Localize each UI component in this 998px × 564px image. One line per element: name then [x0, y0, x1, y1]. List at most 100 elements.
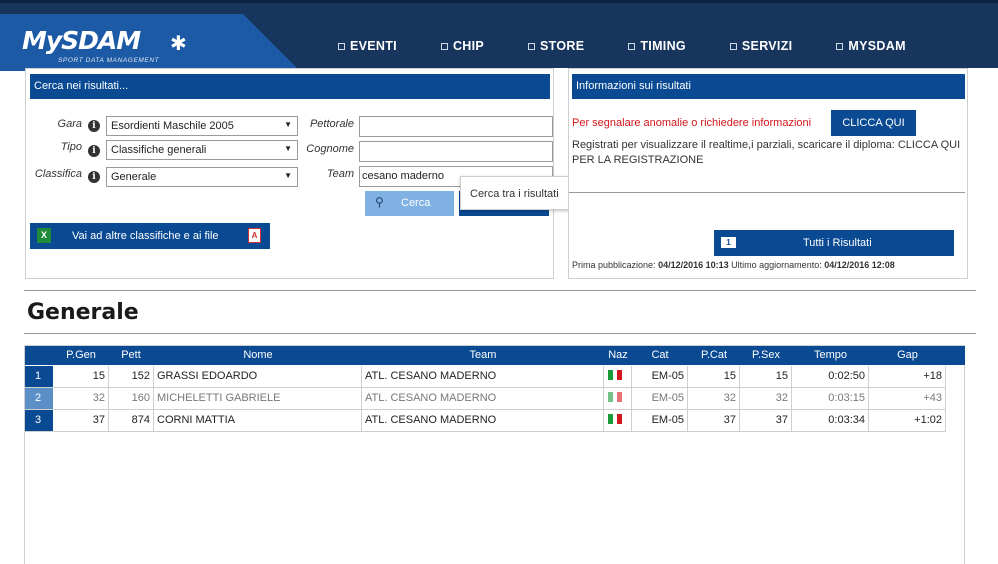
col-header-psex[interactable]: P.Sex	[740, 349, 792, 361]
nav-label: STORE	[540, 39, 585, 53]
nome-cell[interactable]: GRASSI EDOARDO	[154, 366, 362, 387]
pdf-icon: A	[248, 228, 261, 243]
team-cell: ATL. CESANO MADERNO	[362, 366, 604, 387]
pettorale-label: Pettorale	[309, 118, 354, 130]
nav-eventi[interactable]: EVENTI	[338, 39, 397, 53]
nav-chip[interactable]: CHIP	[440, 39, 485, 53]
pcat-cell: 15	[688, 366, 740, 387]
col-header-tempo[interactable]: Tempo	[792, 349, 869, 361]
tutti-label: Tutti i Risultati	[803, 237, 872, 249]
pcat-cell: 37	[688, 410, 740, 431]
gara-select[interactable]: Esordienti Maschile 2005 ▼	[106, 116, 298, 136]
altre-classifiche-button[interactable]: X Vai ad altre classifiche e ai file A	[30, 223, 270, 249]
col-header-cat[interactable]: Cat	[632, 349, 688, 361]
psex-cell: 37	[740, 410, 792, 431]
cognome-label: Cognome	[306, 143, 354, 155]
publication-info: Prima pubblicazione: 04/12/2016 10:13 Ul…	[572, 260, 895, 270]
tooltip: Cerca tra i risultati	[460, 176, 574, 210]
nav-bullet-icon	[729, 42, 737, 50]
pett-cell: 152	[109, 366, 154, 387]
naz-cell	[604, 388, 632, 409]
table-row[interactable]: 1 15 152 GRASSI EDOARDO ATL. CESANO MADE…	[25, 366, 946, 388]
table-header: P.Gen Pett Nome Team Naz Cat P.Cat P.Sex…	[25, 346, 965, 365]
tipo-label: Tipo	[60, 141, 82, 153]
cerca-button[interactable]: ⚲ Cerca	[365, 191, 454, 216]
psex-cell: 32	[740, 388, 792, 409]
report-text: Per segnalare anomalie o richiedere info…	[572, 117, 812, 129]
col-header-pgen[interactable]: P.Gen	[53, 349, 109, 361]
tutti-risultati-button[interactable]: 1 Tutti i Risultati	[714, 230, 954, 256]
pgen-cell: 37	[53, 410, 109, 431]
brand-logo[interactable]: MySDAM	[22, 26, 141, 55]
info-icon[interactable]: i	[88, 120, 100, 132]
nav-label: TIMING	[640, 39, 686, 53]
psex-cell: 15	[740, 366, 792, 387]
italy-flag-icon	[608, 414, 623, 424]
podium-icon: 1	[721, 237, 736, 248]
rank-cell: 2	[25, 388, 53, 409]
team-cell: ATL. CESANO MADERNO	[362, 388, 604, 409]
divider	[569, 192, 965, 193]
nav-servizi[interactable]: SERVIZI	[729, 39, 793, 53]
naz-cell	[604, 410, 632, 431]
nav-bullet-icon	[338, 42, 345, 50]
main-nav: EVENTI CHIP STORE TIMING SERVIZI MYSDAM	[338, 39, 950, 53]
nav-bullet-icon	[836, 42, 844, 50]
dropdown-arrow-icon: ▼	[284, 144, 292, 153]
divider	[24, 290, 976, 291]
table-row[interactable]: 3 37 874 CORNI MATTIA ATL. CESANO MADERN…	[25, 410, 946, 432]
col-header-nome[interactable]: Nome	[154, 349, 362, 361]
col-header-team[interactable]: Team	[362, 349, 604, 361]
nome-cell[interactable]: CORNI MATTIA	[154, 410, 362, 431]
col-header-naz[interactable]: Naz	[604, 349, 632, 361]
prima-label: Prima pubblicazione:	[572, 260, 656, 270]
rank-cell: 3	[25, 410, 53, 431]
gap-cell: +1:02	[869, 410, 946, 431]
brand-mark-icon: ✱	[170, 33, 187, 55]
section-title: Generale	[27, 300, 139, 325]
dropdown-arrow-icon: ▼	[284, 171, 292, 180]
table-row[interactable]: 2 32 160 MICHELETTI GABRIELE ATL. CESANO…	[25, 388, 946, 410]
col-header-pcat[interactable]: P.Cat	[688, 349, 740, 361]
col-header-gap[interactable]: Gap	[869, 349, 946, 361]
gara-value: Esordienti Maschile 2005	[111, 120, 234, 132]
nav-label: CHIP	[452, 39, 485, 53]
nav-timing[interactable]: TIMING	[628, 39, 686, 53]
rank-cell: 1	[25, 366, 53, 387]
clicca-qui-button[interactable]: CLICCA QUI	[831, 110, 916, 136]
classifica-value: Generale	[111, 171, 157, 183]
tempo-cell: 0:02:50	[792, 366, 869, 387]
classifica-select[interactable]: Generale ▼	[106, 167, 298, 187]
cognome-input[interactable]	[359, 141, 553, 162]
cat-cell: EM-05	[632, 388, 688, 409]
pettorale-input[interactable]	[359, 116, 553, 137]
info-icon[interactable]: i	[88, 171, 100, 183]
ultimo-label: Ultimo aggiornamento:	[731, 260, 822, 270]
search-icon: ⚲	[375, 195, 384, 209]
register-link[interactable]: Registrati per visualizzare il realtime,…	[572, 138, 964, 168]
nav-label: MYSDAM	[848, 39, 906, 53]
team-cell: ATL. CESANO MADERNO	[362, 410, 604, 431]
nav-bullet-icon	[528, 42, 536, 50]
nome-cell[interactable]: MICHELETTI GABRIELE	[154, 388, 362, 409]
info-icon[interactable]: i	[88, 145, 100, 157]
pgen-cell: 15	[53, 366, 109, 387]
info-panel-title: Informazioni sui risultati	[572, 74, 965, 99]
cat-cell: EM-05	[632, 410, 688, 431]
results-table: P.Gen Pett Nome Team Naz Cat P.Cat P.Sex…	[24, 345, 965, 564]
nav-mysdam[interactable]: MYSDAM	[836, 39, 905, 53]
excel-icon: X	[37, 228, 51, 243]
italy-flag-icon	[608, 370, 623, 380]
prima-value: 04/12/2016 10:13	[658, 260, 729, 270]
pett-cell: 874	[109, 410, 154, 431]
altre-label: Vai ad altre classifiche e ai file	[72, 230, 219, 242]
nav-label: SERVIZI	[741, 39, 793, 53]
nav-store[interactable]: STORE	[528, 39, 584, 53]
classifica-label: Classifica	[34, 168, 82, 180]
naz-cell	[604, 366, 632, 387]
col-header-pett[interactable]: Pett	[109, 349, 153, 361]
tipo-select[interactable]: Classifiche generali ▼	[106, 140, 298, 160]
tempo-cell: 0:03:15	[792, 388, 869, 409]
italy-flag-icon	[608, 392, 623, 402]
search-panel-title: Cerca nei risultati...	[30, 74, 550, 99]
